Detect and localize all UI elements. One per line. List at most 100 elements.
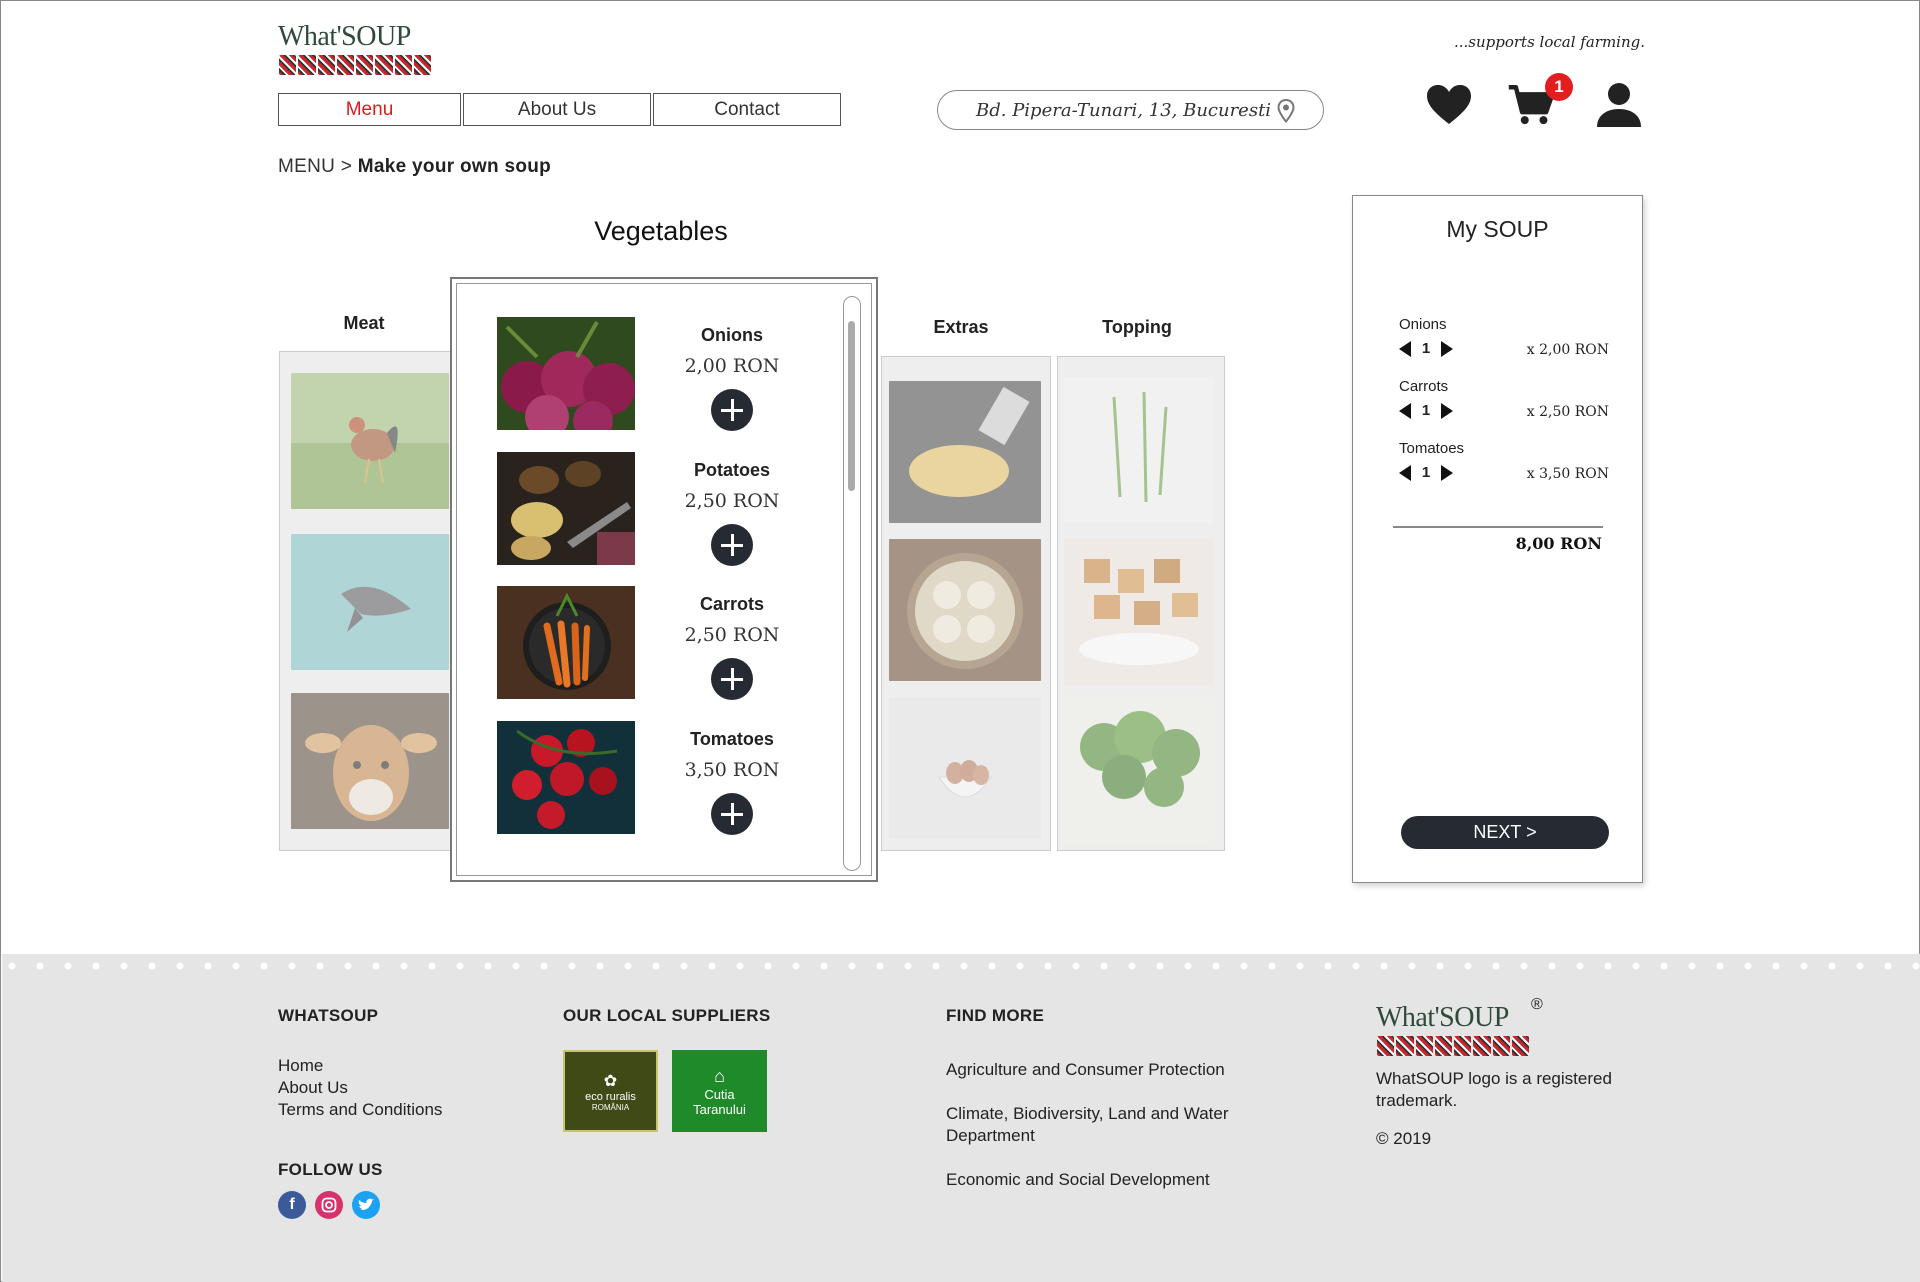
soup-item-name: Onions <box>1399 316 1447 333</box>
breadcrumb-current: Make your own soup <box>357 156 552 177</box>
footer-whatsoup-heading: WHATSOUP <box>278 1006 379 1025</box>
arrow-right-icon[interactable] <box>1441 464 1453 481</box>
nav-about-us[interactable]: About Us <box>463 93 651 126</box>
scroll-thumb[interactable] <box>848 321 855 491</box>
topping-heading[interactable]: Topping <box>1057 317 1217 338</box>
arrow-right-icon[interactable] <box>1441 340 1453 357</box>
arrow-left-icon[interactable] <box>1399 402 1411 419</box>
vegetable-item-tomatoes: Tomatoes 3,50 RON <box>497 721 779 836</box>
topping-column[interactable] <box>1057 356 1225 851</box>
logo-text: What'SOUP <box>278 21 411 52</box>
add-tomatoes-button[interactable] <box>711 793 753 835</box>
vegetable-name: Potatoes <box>693 460 771 480</box>
leaf-icon: ✿ <box>603 1072 618 1090</box>
soup-item-carrots: Carrots 1 x 2,50 RON <box>1399 378 1609 428</box>
vegetable-price: 3,50 RON <box>684 759 780 781</box>
soup-item-price: x 2,00 RON <box>1526 342 1609 358</box>
vegetable-price: 2,00 RON <box>684 355 780 377</box>
soup-item-price: x 2,50 RON <box>1526 404 1609 420</box>
quantity-stepper: 1 <box>1399 340 1453 357</box>
registered-mark: ® <box>1531 996 1543 1013</box>
vegetable-name: Carrots <box>699 594 765 614</box>
extras-heading[interactable]: Extras <box>881 317 1041 338</box>
breadcrumb-root[interactable]: MENU <box>278 156 335 177</box>
fish-image <box>291 534 449 670</box>
arrow-left-icon[interactable] <box>1399 340 1411 357</box>
vegetables-scrollbar[interactable] <box>843 296 861 871</box>
spring-onion-image <box>1064 377 1214 523</box>
quantity-value: 1 <box>1421 402 1431 419</box>
my-soup-panel: My SOUP Onions 1 x 2,00 RON Carrots 1 x … <box>1352 195 1643 883</box>
footer-link-terms[interactable]: Terms and Conditions <box>278 1099 442 1121</box>
quantity-stepper: 1 <box>1399 464 1453 481</box>
vegetable-price: 2,50 RON <box>684 624 780 646</box>
find-more-link-climate[interactable]: Climate, Biodiversity, Land and Water De… <box>946 1103 1266 1147</box>
supplier-eco-ruralis[interactable]: ✿ eco ruralis ROMÂNIA <box>563 1050 658 1132</box>
vegetables-panel: Onions 2,00 RON Potatoes 2,50 RON Carrot… <box>450 277 878 882</box>
soup-item-tomatoes: Tomatoes 1 x 3,50 RON <box>1399 440 1609 490</box>
add-potatoes-button[interactable] <box>711 524 753 566</box>
find-more-link-agriculture[interactable]: Agriculture and Consumer Protection <box>946 1059 1266 1081</box>
footer-link-home[interactable]: Home <box>278 1055 323 1077</box>
soup-item-name: Tomatoes <box>1399 440 1465 457</box>
breadcrumb-separator: > <box>340 156 353 177</box>
find-more-heading: FIND MORE <box>946 1006 1045 1025</box>
vegetable-item-potatoes: Potatoes 2,50 RON <box>497 452 779 567</box>
trademark-note: WhatSOUP logo is a registered trademark. <box>1376 1069 1612 1110</box>
carrots-image <box>497 586 635 699</box>
next-button[interactable]: NEXT > <box>1401 816 1609 849</box>
rooster-image <box>291 373 449 509</box>
parsley-image <box>1064 697 1214 843</box>
supplier-eco-ruralis-label: eco ruralis <box>585 1090 636 1103</box>
vegetable-name: Tomatoes <box>690 729 774 749</box>
quantity-stepper: 1 <box>1399 402 1453 419</box>
croutons-image <box>1064 539 1214 685</box>
soup-item-onions: Onions 1 x 2,00 RON <box>1399 316 1609 366</box>
vegetable-item-carrots: Carrots 2,50 RON <box>497 586 779 701</box>
vegetable-price: 2,50 RON <box>684 490 780 512</box>
arrow-right-icon[interactable] <box>1441 402 1453 419</box>
footer-logo[interactable]: What'SOUP ® <box>1376 996 1556 1058</box>
address-field[interactable]: Bd. Pipera-Tunari, 13, Bucuresti <box>937 90 1324 130</box>
page: What'SOUP ...supports local farming. Men… <box>0 0 1920 1282</box>
vegetables-list: Onions 2,00 RON Potatoes 2,50 RON Carrot… <box>456 283 872 876</box>
dumplings-image <box>889 539 1041 681</box>
footer: WHATSOUP Home About Us Terms and Conditi… <box>2 954 1920 1282</box>
heart-icon[interactable] <box>1425 81 1473 129</box>
footer-logo-pattern <box>1377 1036 1529 1056</box>
nav-contact[interactable]: Contact <box>653 93 841 126</box>
arrow-left-icon[interactable] <box>1399 464 1411 481</box>
quantity-value: 1 <box>1421 340 1431 357</box>
suppliers-heading: OUR LOCAL SUPPLIERS <box>563 1006 771 1025</box>
user-icon[interactable] <box>1595 81 1643 129</box>
soup-total: 8,00 RON <box>1515 534 1602 553</box>
twitter-icon[interactable] <box>352 1191 380 1219</box>
logo[interactable]: What'SOUP <box>278 21 432 75</box>
footer-link-about-us[interactable]: About Us <box>278 1077 348 1099</box>
logo-pattern <box>279 55 431 75</box>
main-nav: Menu About Us Contact <box>278 93 843 126</box>
meat-column[interactable] <box>279 351 451 851</box>
add-onions-button[interactable] <box>711 389 753 431</box>
add-carrots-button[interactable] <box>711 658 753 700</box>
facebook-icon[interactable]: f <box>278 1191 306 1219</box>
quantity-value: 1 <box>1421 464 1431 481</box>
vegetable-item-onions: Onions 2,00 RON <box>497 317 779 432</box>
soup-item-price: x 3,50 RON <box>1526 466 1609 482</box>
cart-badge: 1 <box>1545 73 1573 101</box>
footer-pattern <box>2 954 1920 978</box>
nav-menu[interactable]: Menu <box>278 93 461 126</box>
supplier-eco-ruralis-country: ROMÂNIA <box>591 1102 630 1112</box>
supplier-cutia-label: Cutia <box>704 1086 735 1102</box>
vegetable-name: Onions <box>701 325 763 345</box>
supplier-cutia-taranului[interactable]: ⌂ Cutia Taranului <box>672 1050 767 1132</box>
supplier-taranului-label: Taranului <box>693 1101 746 1117</box>
location-pin-icon <box>1277 99 1295 123</box>
instagram-icon[interactable] <box>315 1191 343 1219</box>
my-soup-title: My SOUP <box>1446 216 1549 242</box>
meat-heading[interactable]: Meat <box>279 313 449 334</box>
extras-column[interactable] <box>881 356 1051 851</box>
tagline: ...supports local farming. <box>1453 33 1645 51</box>
basket-icon: ⌂ <box>714 1065 725 1086</box>
find-more-link-economic[interactable]: Economic and Social Development <box>946 1169 1266 1191</box>
